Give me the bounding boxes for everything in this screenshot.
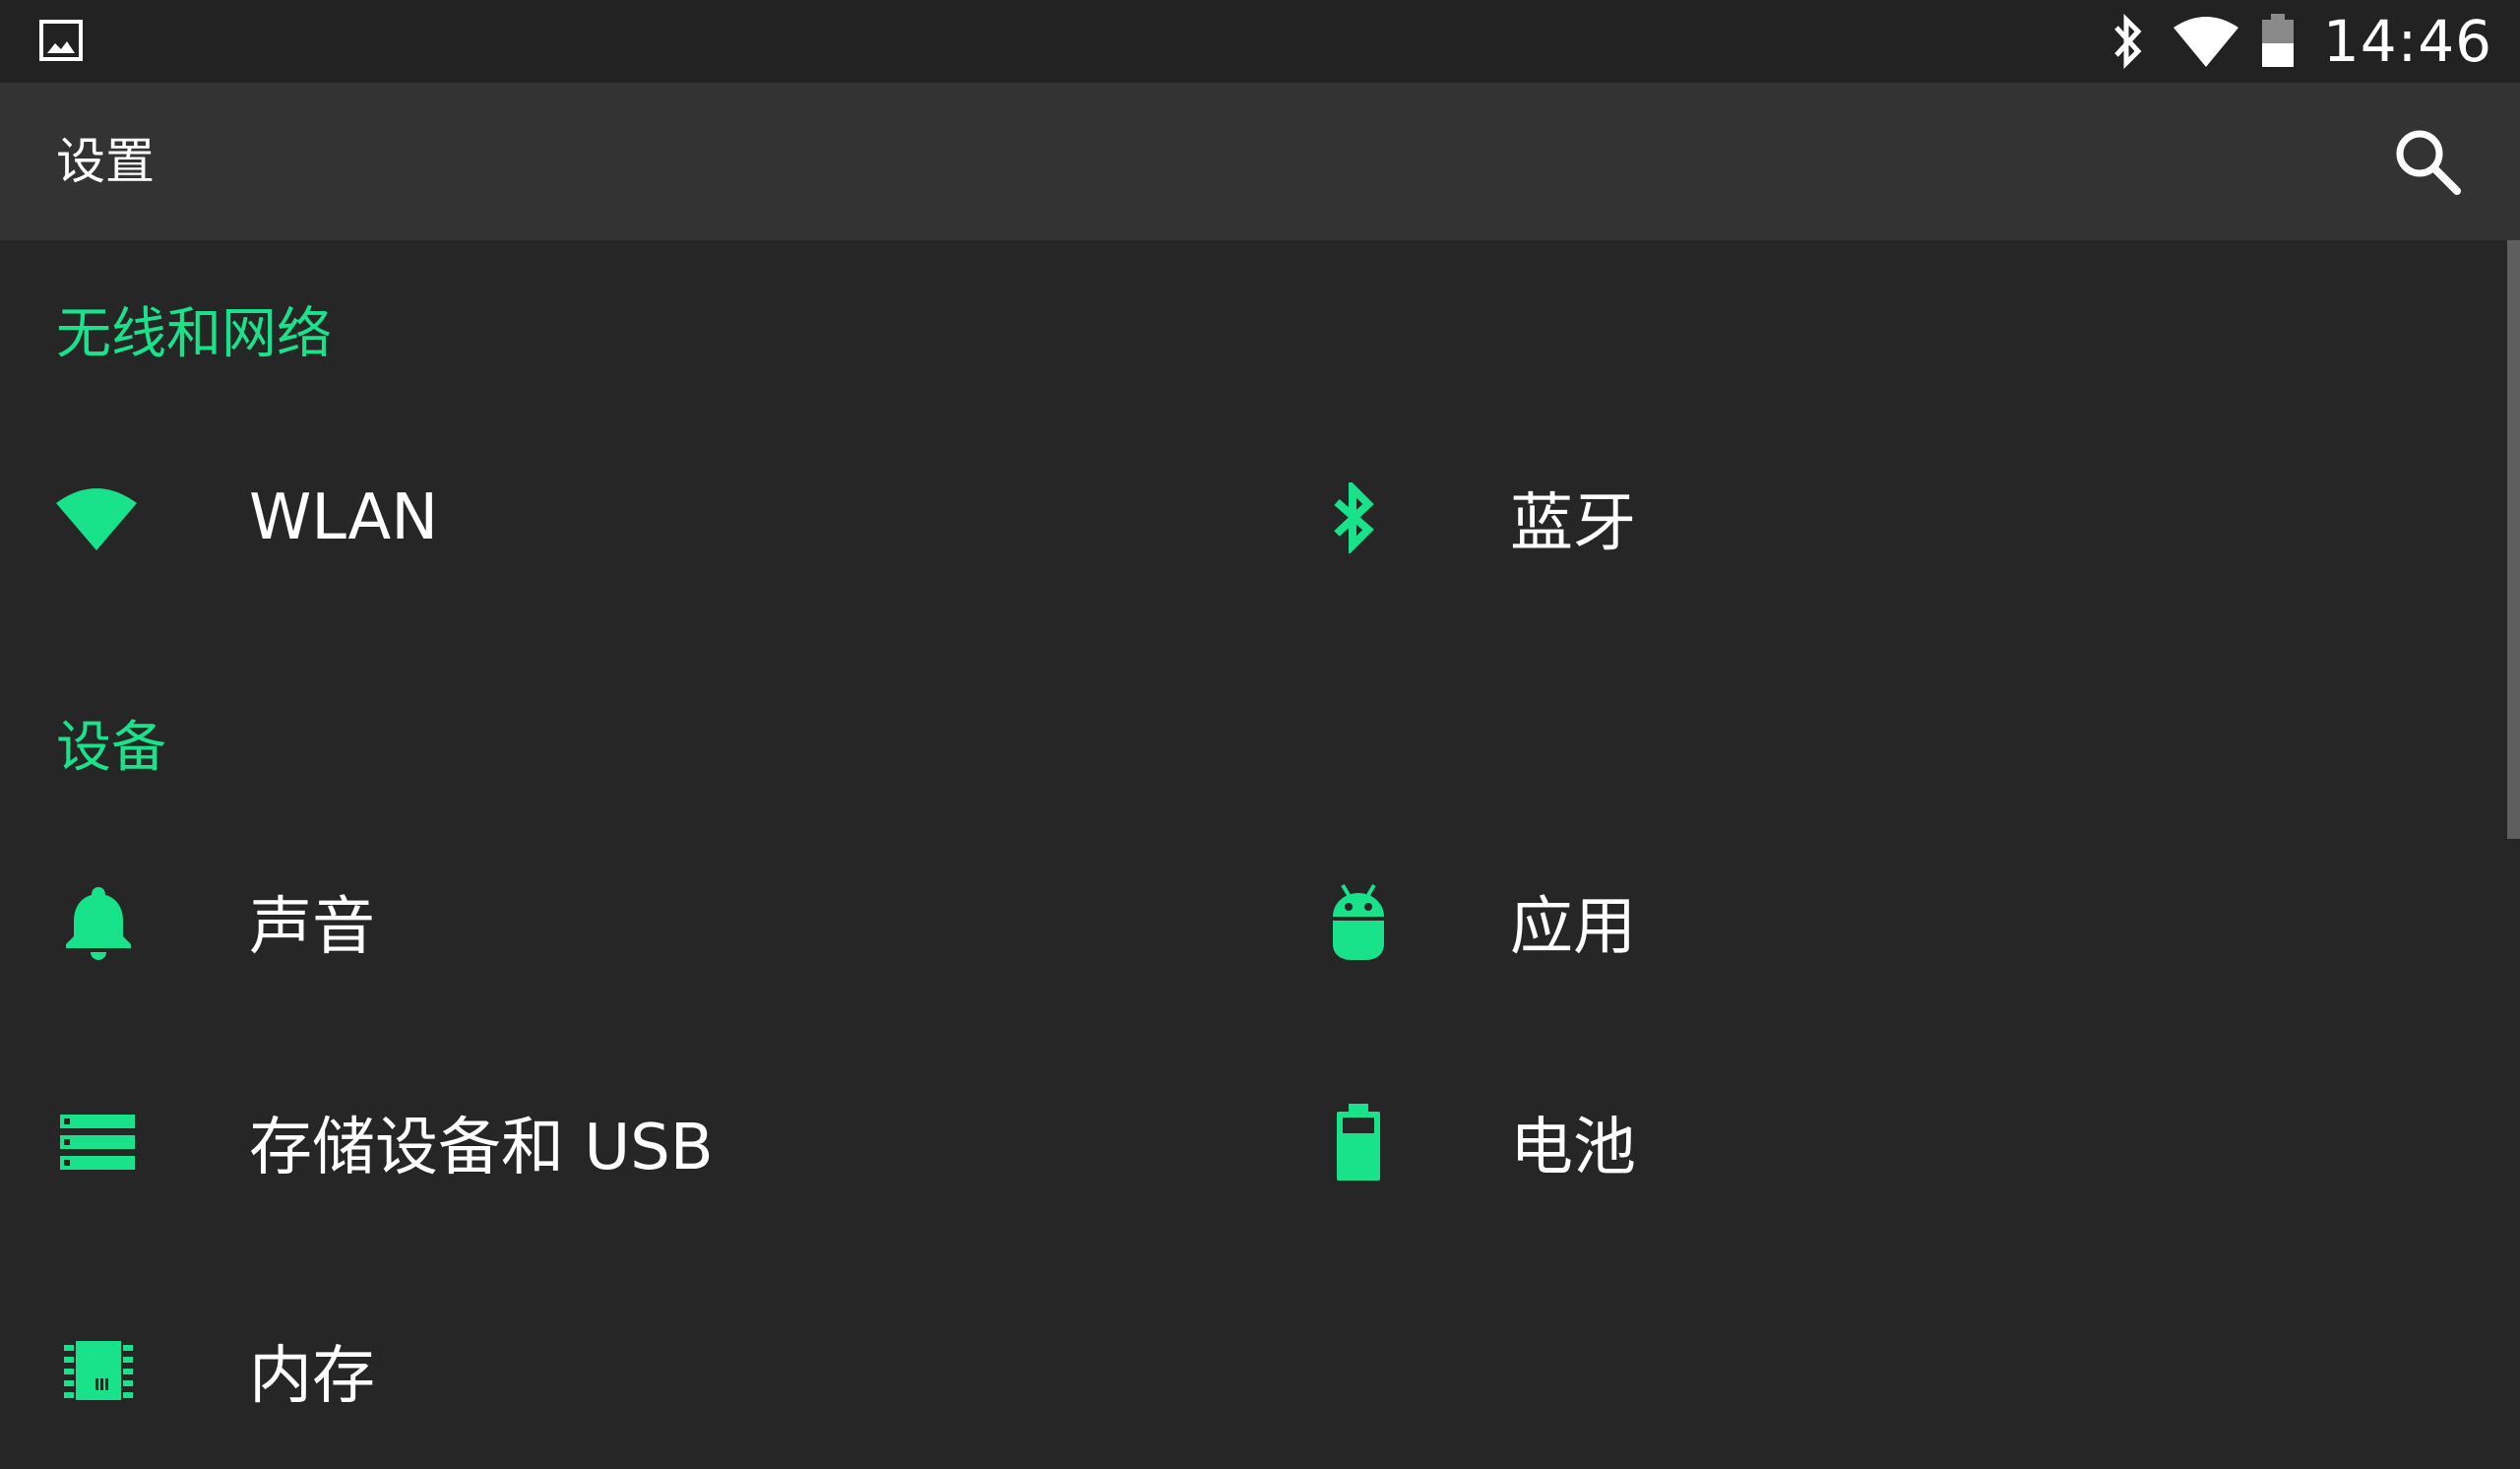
android-icon [1333,883,1384,960]
settings-item-sound[interactable]: 声音 [56,823,1237,1020]
image-icon [39,20,83,61]
settings-item-label: 存储设备和 USB [249,1112,714,1184]
wifi-icon [2173,17,2238,67]
settings-item-memory[interactable]: 内存 [56,1272,1237,1469]
settings-item-storage[interactable]: 存储设备和 USB [56,1044,1237,1241]
status-bar: 14:46 [0,0,2520,83]
bluetooth-icon [2114,14,2142,69]
memory-icon [64,1341,133,1400]
settings-item-wlan[interactable]: WLAN [56,419,1237,616]
settings-item-battery[interactable]: 电池 [1331,1044,2512,1241]
storage-icon [60,1115,135,1170]
search-icon[interactable] [2392,126,2463,197]
settings-item-label: 内存 [249,1340,375,1413]
settings-item-label: WLAN [249,481,439,554]
settings-item-label: 蓝牙 [1510,487,1636,560]
settings-item-apps[interactable]: 应用 [1331,823,2512,1020]
section-title-wireless: 无线和网络 [56,302,332,366]
settings-item-label: 电池 [1510,1112,1636,1184]
bluetooth-icon [1334,482,1374,553]
status-time: 14:46 [2322,8,2492,75]
wifi-icon [56,488,137,550]
bell-icon [66,887,131,960]
app-toolbar: 设置 [0,83,2520,240]
section-title-device: 设备 [56,716,166,780]
battery-icon [2261,14,2294,67]
page-title: 设置 [56,133,155,190]
settings-item-label: 声音 [249,891,375,964]
settings-item-label: 应用 [1510,891,1636,964]
settings-item-bluetooth[interactable]: 蓝牙 [1331,419,2512,616]
battery-icon [1337,1104,1380,1181]
